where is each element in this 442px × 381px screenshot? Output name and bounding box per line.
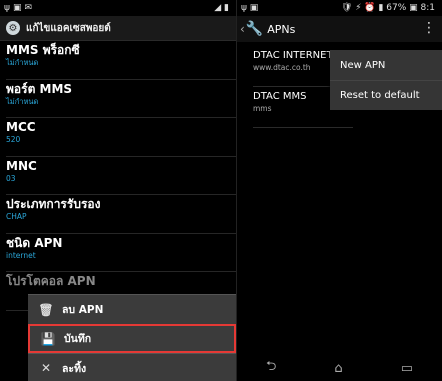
back-chevron-icon[interactable]: ‹ [237,22,246,36]
left-action-bar: ⚙ แก้ไขแอคเซสพอยต์ [0,16,236,41]
menu-label: ละทิ้ง [62,362,87,375]
setting-value: ไม่กำหนด [6,96,39,106]
wrench-icon: 🔧 [245,21,264,37]
discard-menu-item[interactable]: ✕ ละทิ้ง [28,353,236,381]
setting-auth-type[interactable]: ประเภทการรับรอง CHAP [6,195,236,234]
right-status-bar: ψ ▣ 🛡 ⚡ ⏰ ▮ 67% ▣ 8:1 [237,0,442,16]
status-right-icons: 🛡 ⚡ ⏰ ▮ 67% ▣ 8:1 [340,3,435,13]
setting-title: MNC [6,158,37,173]
menu-label: บันทึก [64,333,92,345]
left-phone-screen: ψ ▣ ✉ ◢ ▮ ⚙ แก้ไขแอคเซสพอยต์ MMS พร็อกซี… [0,0,236,381]
setting-mms-proxy[interactable]: MMS พร็อกซี ไม่กำหนด [6,41,236,80]
setting-title: โปรโตคอล APN [6,274,96,288]
setting-mcc[interactable]: MCC 520 [6,118,236,157]
apn-settings-list: MMS พร็อกซี ไม่กำหนด พอร์ต MMS ไม่กำหนด … [0,41,236,311]
battery-icon: ◢ ▮ [214,3,229,13]
overflow-menu-icon[interactable]: ⋮ [422,20,436,36]
setting-mms-port[interactable]: พอร์ต MMS ไม่กำหนด [6,80,236,118]
back-icon[interactable]: ⮌ [266,357,276,379]
setting-title: MMS พร็อกซี [6,43,80,57]
setting-mnc[interactable]: MNC 03 [6,157,236,195]
save-menu-item[interactable]: 💾 บันทึก [28,324,236,353]
menu-label: ลบ APN [62,304,104,316]
trash-icon: 🗑 [38,302,54,317]
image-icon: ▣ [12,3,22,13]
setting-apn-type[interactable]: ชนิด APN internet [6,234,236,272]
overflow-dropdown-menu: New APN Reset to default [330,50,442,110]
left-status-bar: ψ ▣ ✉ ◢ ▮ [0,0,236,16]
page-title: แก้ไขแอคเซสพอยต์ [26,22,111,34]
setting-value: 03 [6,173,16,183]
setting-value: CHAP [6,212,27,221]
settings-gear-icon[interactable]: ⚙ [6,21,20,35]
signal-icon: ψ [4,3,10,13]
right-phone-screen: ψ ▣ 🛡 ⚡ ⏰ ▮ 67% ▣ 8:1 ‹ 🔧 APNs ⋮ DTAC IN… [237,0,442,381]
mail-icon: ✉ [24,3,32,13]
save-icon: 💾 [40,331,56,346]
setting-value: ไม่กำหนด [6,58,39,67]
setting-title: พอร์ต MMS [6,81,73,96]
delete-apn-menu-item[interactable]: 🗑 ลบ APN [28,295,236,324]
navigation-bar: ⮌ ⌂ ▭ [237,355,442,381]
setting-title: MCC [6,120,36,134]
close-icon: ✕ [40,361,52,375]
new-apn-menu-item[interactable]: New APN [330,50,442,80]
right-action-bar: ‹ 🔧 APNs ⋮ [237,16,442,42]
setting-value: internet [6,250,36,260]
setting-title: ชนิด APN [6,235,63,250]
reset-to-default-menu-item[interactable]: Reset to default [330,80,442,110]
setting-title: ประเภทการรับรอง [6,197,101,211]
page-title: APNs [267,22,296,36]
home-icon[interactable]: ⌂ [334,361,342,376]
options-popup-menu: 🗑 ลบ APN 💾 บันทึก ✕ ละทิ้ง [28,294,236,381]
recent-apps-icon[interactable]: ▭ [401,361,413,376]
status-left-icons: ψ ▣ [241,3,259,13]
setting-value: 520 [6,135,21,144]
